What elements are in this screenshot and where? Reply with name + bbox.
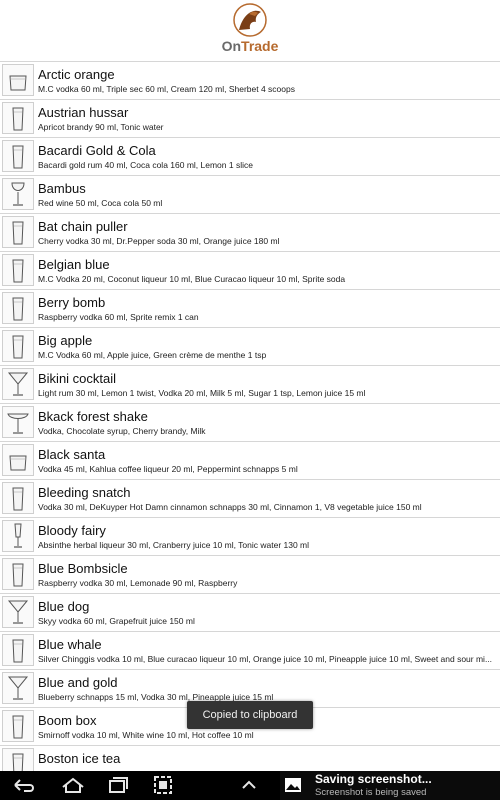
highball-glass-icon — [2, 102, 34, 134]
list-item[interactable]: Blue whale Silver Chinggis vodka 10 ml, B… — [0, 632, 500, 670]
list-item[interactable]: Berry bomb Raspberry vodka 60 ml, Sprite … — [0, 290, 500, 328]
list-item[interactable]: Belgian blue M.C Vodka 20 ml, Coconut liq… — [0, 252, 500, 290]
list-item[interactable]: Bloody fairy Absinthe herbal liqueur 30 m… — [0, 518, 500, 556]
cocktail-ingredients: Vodka 45 ml, Kahlua coffee liqueur 20 ml… — [38, 464, 298, 474]
highball-glass-icon — [2, 634, 34, 666]
list-item[interactable]: Blue Bombsicle Raspberry vodka 30 ml, Lem… — [0, 556, 500, 594]
notification-title: Saving screenshot... — [315, 772, 432, 786]
home-icon — [62, 777, 84, 793]
recent-apps-button[interactable] — [100, 773, 134, 797]
cocktail-ingredients: M.C vodka 60 ml, Triple sec 60 ml, Cream… — [38, 84, 295, 94]
cocktail-ingredients: Vodka, Chocolate syrup, Cherry brandy, M… — [38, 426, 206, 436]
cocktail-ingredients: Red wine 50 ml, Coca cola 50 ml — [38, 198, 163, 208]
cocktail-name: Blue whale — [38, 637, 102, 652]
screenshot-notification[interactable]: Saving screenshot... Screenshot is being… — [280, 771, 500, 800]
highball-glass-icon — [2, 330, 34, 362]
list-item[interactable]: Black santa Vodka 45 ml, Kahlua coffee li… — [0, 442, 500, 480]
cocktail-name: Bloody fairy — [38, 523, 106, 538]
brand-suffix: Trade — [241, 38, 279, 54]
notification-subtitle: Screenshot is being saved — [315, 787, 427, 798]
list-item[interactable]: Bacardi Gold & Cola Bacardi gold rum 40 m… — [0, 138, 500, 176]
back-button[interactable] — [6, 773, 40, 797]
cocktail-name: Austrian hussar — [38, 105, 129, 120]
highball-glass-icon — [2, 254, 34, 286]
app-header: OnTrade — [0, 0, 500, 61]
cocktail-ingredients: Light rum 30 ml, Lemon 1 twist, Vodka 20… — [38, 388, 366, 398]
cocktail-name: Boom box — [38, 713, 97, 728]
cocktail-name: Bat chain puller — [38, 219, 128, 234]
list-item[interactable]: Bleeding snatch Vodka 30 ml, DeKuyper Hot… — [0, 480, 500, 518]
screenshot-icon — [154, 776, 172, 794]
list-item[interactable]: Big apple M.C Vodka 60 ml, Apple juice, G… — [0, 328, 500, 366]
highball-glass-icon — [2, 140, 34, 172]
coupe-glass-icon — [2, 406, 34, 438]
cocktail-ingredients: Apricot brandy 90 ml, Tonic water — [38, 122, 164, 132]
rocks-glass-icon — [2, 64, 34, 96]
highball-glass-icon — [2, 748, 34, 772]
wine-glass-icon — [2, 178, 34, 210]
cocktail-name: Bacardi Gold & Cola — [38, 143, 156, 158]
chevron-up-icon — [242, 780, 256, 789]
flute-glass-icon — [2, 520, 34, 552]
cocktail-name: Bleeding snatch — [38, 485, 131, 500]
cocktail-ingredients: M.C Vodka 20 ml, Coconut liqueur 10 ml, … — [38, 274, 346, 284]
brand-name: OnTrade — [0, 38, 500, 54]
cocktail-name: Arctic orange — [38, 67, 115, 82]
cocktail-name: Bikini cocktail — [38, 371, 117, 386]
cocktail-name: Big apple — [38, 333, 93, 348]
recent-apps-icon — [109, 777, 128, 793]
cocktail-name: Berry bomb — [38, 295, 106, 310]
list-item[interactable]: Arctic orange M.C vodka 60 ml, Triple sec… — [0, 62, 500, 100]
cocktail-ingredients: Absinthe herbal liqueur 30 ml, Cranberry… — [38, 540, 310, 550]
martini-glass-icon — [2, 368, 34, 400]
cocktail-ingredients: Raspberry vodka 60 ml, Sprite remix 1 ca… — [38, 312, 199, 322]
martini-glass-icon — [2, 672, 34, 704]
cocktail-ingredients: Smirnoff vodka 10 ml, White wine 10 ml, … — [38, 730, 254, 740]
list-item[interactable]: Blue dog Skyy vodka 60 ml, Grapefruit jui… — [0, 594, 500, 632]
martini-glass-icon — [2, 596, 34, 628]
cocktail-name: Blue Bombsicle — [38, 561, 128, 576]
highball-glass-icon — [2, 710, 34, 742]
cocktail-ingredients: Vodka 30 ml, DeKuyper Hot Damn cinnamon … — [38, 502, 422, 512]
highball-glass-icon — [2, 558, 34, 590]
menu-up-button[interactable] — [232, 773, 266, 797]
highball-glass-icon — [2, 482, 34, 514]
back-icon — [14, 779, 34, 792]
list-item[interactable]: Austrian hussar Apricot brandy 90 ml, Ton… — [0, 100, 500, 138]
cocktail-ingredients: M.C Vodka 60 ml, Apple juice, Green crèm… — [38, 350, 267, 360]
cocktail-ingredients: Bacardi gold rum 40 ml, Coca cola 160 ml… — [38, 160, 253, 170]
cocktail-name: Blue dog — [38, 599, 90, 614]
cocktail-name: Belgian blue — [38, 257, 110, 272]
cocktail-ingredients: Raspberry vodka 30 ml, Lemonade 90 ml, R… — [38, 578, 238, 588]
cocktail-name: Bambus — [38, 181, 86, 196]
screenshot-button[interactable] — [146, 773, 180, 797]
brand-prefix: On — [221, 38, 242, 54]
highball-glass-icon — [2, 216, 34, 248]
cocktail-ingredients: Silver Chinggis vodka 10 ml, Blue curaca… — [38, 654, 493, 664]
cocktail-ingredients: Cherry vodka 30 ml, Dr.Pepper soda 30 ml… — [38, 236, 280, 246]
home-button[interactable] — [56, 773, 90, 797]
cocktail-name: Blue and gold — [38, 675, 118, 690]
list-item[interactable]: Boston ice tea — [0, 746, 500, 772]
cocktail-list[interactable]: Arctic orange M.C vodka 60 ml, Triple sec… — [0, 61, 500, 772]
cocktail-name: Bkack forest shake — [38, 409, 148, 424]
list-item[interactable]: Bikini cocktail Light rum 30 ml, Lemon 1 … — [0, 366, 500, 404]
rocks-glass-icon — [2, 444, 34, 476]
list-item[interactable]: Bambus Red wine 50 ml, Coca cola 50 ml — [0, 176, 500, 214]
cocktail-name: Boston ice tea — [38, 751, 121, 766]
cocktail-ingredients: Skyy vodka 60 ml, Grapefruit juice 150 m… — [38, 616, 195, 626]
toast-message: Copied to clipboard — [187, 701, 313, 729]
highball-glass-icon — [2, 292, 34, 324]
list-item[interactable]: Bat chain puller Cherry vodka 30 ml, Dr.P… — [0, 214, 500, 252]
image-icon — [284, 776, 302, 794]
cocktail-name: Black santa — [38, 447, 106, 462]
list-item[interactable]: Bkack forest shake Vodka, Chocolate syrup… — [0, 404, 500, 442]
